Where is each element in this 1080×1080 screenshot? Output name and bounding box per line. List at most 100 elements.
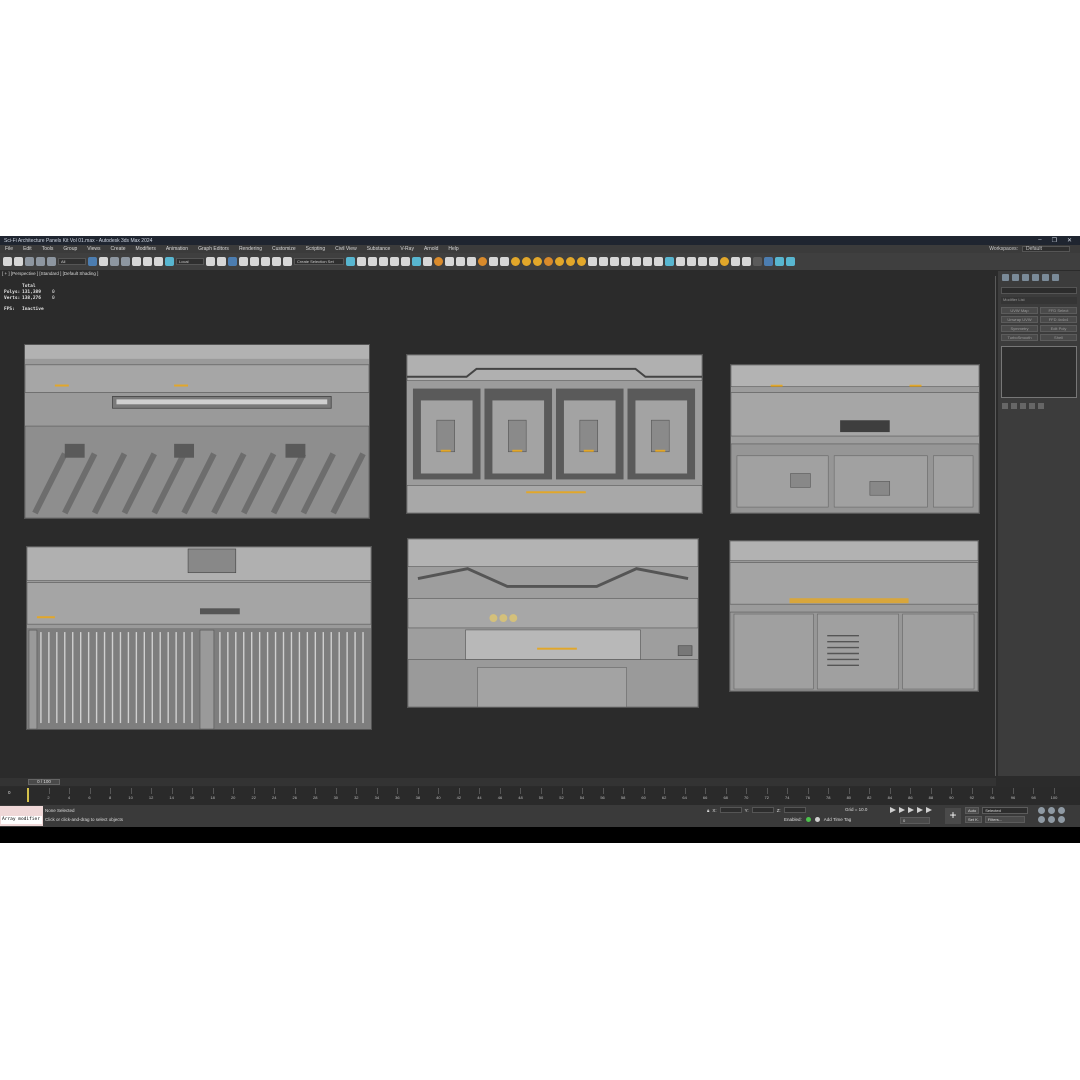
vray-sphere-icon[interactable]: [654, 257, 663, 266]
vray-volume-icon[interactable]: [687, 257, 696, 266]
vray-fur-icon[interactable]: [599, 257, 608, 266]
isolate-icon[interactable]: [814, 817, 820, 822]
vray-proxy-icon[interactable]: [588, 257, 597, 266]
vray-render-icon[interactable]: [478, 257, 487, 266]
redo-icon[interactable]: [14, 257, 23, 266]
selection-filter-dropdown[interactable]: All: [58, 258, 86, 265]
minimize-button[interactable]: –: [1038, 237, 1041, 244]
vray-scatter-icon[interactable]: [643, 257, 652, 266]
menu-graph-editors[interactable]: Graph Editors: [193, 246, 234, 252]
menu-tools[interactable]: Tools: [37, 246, 59, 252]
curve-editor-icon[interactable]: [401, 257, 410, 266]
x-coord-field[interactable]: [719, 807, 742, 813]
modifier-list-dropdown[interactable]: Modifier List: [1001, 297, 1077, 304]
current-frame-field[interactable]: 0: [900, 817, 930, 824]
modifier-button[interactable]: TurboSmooth: [1001, 334, 1038, 341]
workspace-dropdown[interactable]: Default: [1022, 246, 1070, 252]
menu-help[interactable]: Help: [443, 246, 463, 252]
vray-sun-icon[interactable]: [522, 257, 531, 266]
zoom-icon[interactable]: [1038, 807, 1045, 814]
modifier-button[interactable]: Symmetry: [1001, 325, 1038, 332]
keyboard-shortcut-override-icon[interactable]: [228, 257, 237, 266]
vray-dome-light-icon[interactable]: [533, 257, 542, 266]
auto-key-button[interactable]: Auto: [965, 807, 980, 814]
arnold-render-icon[interactable]: [720, 257, 729, 266]
vray-ambient-light-icon[interactable]: [555, 257, 564, 266]
edit-named-selection-icon[interactable]: [283, 257, 292, 266]
select-manipulate-icon[interactable]: [217, 257, 226, 266]
rectangular-selection-icon[interactable]: [110, 257, 119, 266]
menu-customize[interactable]: Customize: [267, 246, 301, 252]
play-icon[interactable]: [908, 807, 914, 813]
rendered-frame-window-icon[interactable]: [445, 257, 454, 266]
autodesk-online-icon[interactable]: [786, 257, 795, 266]
z-coord-field[interactable]: [783, 807, 806, 813]
maximize-button[interactable]: ❐: [1052, 237, 1057, 244]
vray-sphere-light-icon[interactable]: [566, 257, 575, 266]
menu-animation[interactable]: Animation: [161, 246, 193, 252]
modifier-button[interactable]: Unwrap UVW: [1001, 316, 1038, 323]
configure-modifier-sets-icon[interactable]: [1038, 403, 1044, 409]
substance-icon[interactable]: [742, 257, 751, 266]
menu-civil-view[interactable]: Civil View: [330, 246, 362, 252]
vray-light-icon[interactable]: [511, 257, 520, 266]
modifier-button[interactable]: UVW Map: [1001, 307, 1038, 314]
pin-stack-icon[interactable]: [1002, 403, 1008, 409]
rotate-icon[interactable]: [143, 257, 152, 266]
place-icon[interactable]: [165, 257, 174, 266]
vray-frame-buffer-icon[interactable]: [489, 257, 498, 266]
time-slider[interactable]: 0 / 100: [0, 778, 996, 786]
viewport-layout-icon[interactable]: [764, 257, 773, 266]
menu-views[interactable]: Views: [82, 246, 105, 252]
angle-snap-icon[interactable]: [250, 257, 259, 266]
vray-material-icon[interactable]: [500, 257, 509, 266]
scifi-panel-6[interactable]: [729, 540, 979, 692]
utilities-tab-icon[interactable]: [1052, 274, 1059, 281]
render-iterative-icon[interactable]: [467, 257, 476, 266]
menu-modifiers[interactable]: Modifiers: [131, 246, 161, 252]
zoom-all-icon[interactable]: [1048, 807, 1055, 814]
close-button[interactable]: ✕: [1067, 237, 1072, 244]
track-bar[interactable]: 0 2 4 6 8 10 12 14 16 18 20 22 24 26 28 30 32 34 36 38 40 42…: [0, 787, 1080, 805]
next-frame-icon[interactable]: [917, 807, 923, 813]
toggle-scene-explorer-icon[interactable]: [368, 257, 377, 266]
scifi-panel-3[interactable]: [730, 364, 980, 514]
move-icon[interactable]: [132, 257, 141, 266]
menu-rendering[interactable]: Rendering: [234, 246, 267, 252]
perspective-viewport[interactable]: [0, 276, 996, 776]
vray-mesh-light-icon[interactable]: [577, 257, 586, 266]
vray-physical-camera-icon[interactable]: [621, 257, 630, 266]
modify-tab-icon[interactable]: [1012, 274, 1019, 281]
link-icon[interactable]: [25, 257, 34, 266]
scifi-panel-5[interactable]: [407, 538, 699, 708]
time-slider-handle[interactable]: 0 / 100: [28, 779, 60, 785]
vray-clipper-icon[interactable]: [665, 257, 674, 266]
orbit-icon[interactable]: [1058, 816, 1065, 823]
render-production-icon[interactable]: [456, 257, 465, 266]
go-to-start-icon[interactable]: [890, 807, 896, 813]
bind-space-warp-icon[interactable]: [47, 257, 56, 266]
go-to-end-icon[interactable]: [926, 807, 932, 813]
key-filter-selection[interactable]: Selected: [982, 807, 1029, 814]
modifier-button[interactable]: FFD Select: [1040, 307, 1077, 314]
motion-tab-icon[interactable]: [1032, 274, 1039, 281]
zoom-extents-icon[interactable]: [1058, 807, 1065, 814]
ribbon-icon[interactable]: [390, 257, 399, 266]
maxscript-input[interactable]: Array modifier: [1, 816, 42, 824]
display-tab-icon[interactable]: [1042, 274, 1049, 281]
select-by-name-icon[interactable]: [99, 257, 108, 266]
scifi-panel-1[interactable]: [24, 344, 370, 519]
schematic-view-icon[interactable]: [412, 257, 421, 266]
arnold-light-icon[interactable]: [731, 257, 740, 266]
unlink-icon[interactable]: [36, 257, 45, 266]
reference-coord-dropdown[interactable]: Local: [176, 258, 204, 265]
set-key-button[interactable]: Set K.: [965, 816, 982, 823]
material-editor-icon[interactable]: [423, 257, 432, 266]
menu-create[interactable]: Create: [106, 246, 131, 252]
vray-vision-icon[interactable]: [709, 257, 718, 266]
scifi-panel-2[interactable]: [406, 354, 703, 514]
menu-edit[interactable]: Edit: [18, 246, 37, 252]
modifier-button[interactable]: Shell: [1040, 334, 1077, 341]
vray-plane-icon[interactable]: [610, 257, 619, 266]
menu-group[interactable]: Group: [58, 246, 82, 252]
